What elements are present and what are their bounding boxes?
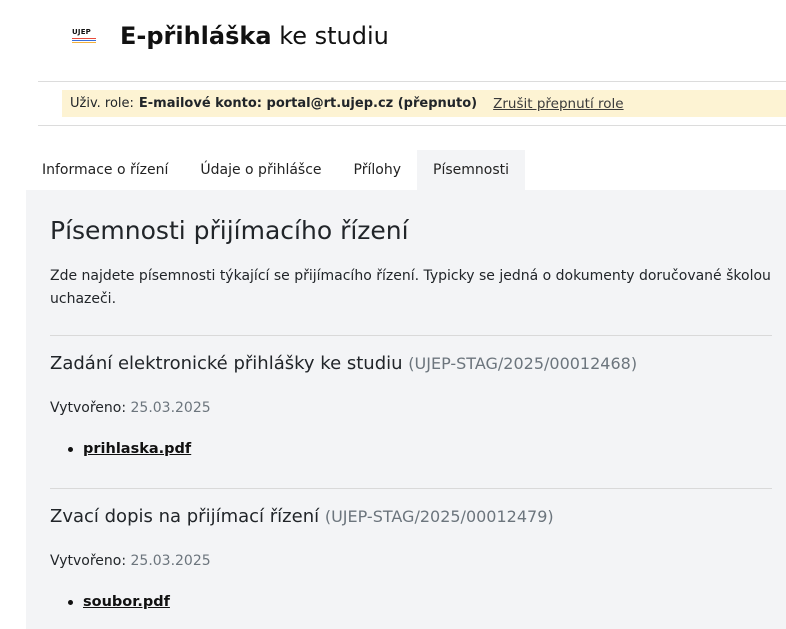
tab-udaje-o-prihlasce[interactable]: Údaje o přihlášce [184,150,337,190]
page-title: Písemnosti přijímacího řízení [50,216,409,245]
site-title: E-přihláška ke studiu [120,22,389,50]
divider-bottom [38,125,786,126]
document-item: Zvací dopis na přijímací řízení (UJEP-ST… [50,506,772,610]
role-bar: Uživ. role: E-mailové konto: portal@rt.u… [62,90,786,117]
logo-stripes [72,38,96,43]
app-header: UJEP E-přihláška ke studiu [64,18,389,54]
document-reference: (UJEP-STAG/2025/00012468) [408,354,638,373]
divider-top [38,81,786,82]
document-title-line: Zvací dopis na přijímací řízení (UJEP-ST… [50,506,772,527]
role-value: E-mailové konto: portal@rt.ujep.cz (přep… [138,96,478,111]
tab-pisemnosti[interactable]: Písemnosti [417,150,526,190]
created-date: 25.03.2025 [130,553,211,569]
bullet-icon [68,446,73,452]
cancel-role-switch-link[interactable]: Zrušit přepnutí role [493,96,623,112]
tab-content: Písemnosti přijímacího řízení Zde najdet… [26,190,786,629]
document-title: Zadání elektronické přihlášky ke studiu [50,353,403,374]
document-title: Zvací dopis na přijímací řízení [50,506,320,527]
created-date: 25.03.2025 [130,400,211,416]
divider [50,335,772,336]
tab-prilohy[interactable]: Přílohy [338,150,417,190]
site-title-rest: ke studiu [279,22,389,50]
document-file-item: prihlaska.pdf [68,441,191,457]
logo-text: UJEP [72,28,92,36]
document-file-item: soubor.pdf [68,594,170,610]
bullet-icon [68,599,73,605]
document-item: Zadání elektronické přihlášky ke studiu … [50,353,772,457]
tab-informace-o-rizeni[interactable]: Informace o řízení [26,150,184,190]
created-label: Vytvořeno: [50,400,127,416]
created-label: Vytvořeno: [50,553,127,569]
divider [50,488,772,489]
document-created: Vytvořeno: 25.03.2025 [50,553,211,569]
ujep-logo[interactable]: UJEP [64,21,104,51]
role-label: Uživ. role: [70,96,134,111]
file-link[interactable]: prihlaska.pdf [83,441,191,457]
file-link[interactable]: soubor.pdf [83,594,170,610]
document-reference: (UJEP-STAG/2025/00012479) [324,507,554,526]
document-created: Vytvořeno: 25.03.2025 [50,400,211,416]
site-title-bold: E-přihláška [120,22,272,50]
tab-bar: Informace o řízení Údaje o přihlášce Pří… [26,150,526,190]
document-title-line: Zadání elektronické přihlášky ke studiu … [50,353,772,374]
intro-text: Zde najdete písemnosti týkající se přijí… [50,268,771,307]
